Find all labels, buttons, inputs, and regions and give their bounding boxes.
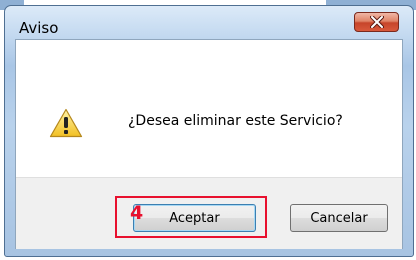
close-icon <box>369 16 384 28</box>
warning-icon <box>49 108 83 138</box>
dialog-footer: Aceptar Cancelar <box>16 177 402 249</box>
dialog-body: ¿Desea eliminar este Servicio? Aceptar C… <box>15 39 403 249</box>
dialog-title: Aviso <box>19 19 59 37</box>
step-number-label: 4 <box>130 202 144 224</box>
accept-button[interactable]: Aceptar <box>133 204 256 232</box>
dialog-window: Aviso ¿Desea eliminar este Servicio? Ace… <box>4 5 414 257</box>
dialog-message: ¿Desea eliminar este Servicio? <box>128 113 343 129</box>
close-button[interactable] <box>354 12 399 32</box>
cancel-button[interactable]: Cancelar <box>290 204 388 232</box>
